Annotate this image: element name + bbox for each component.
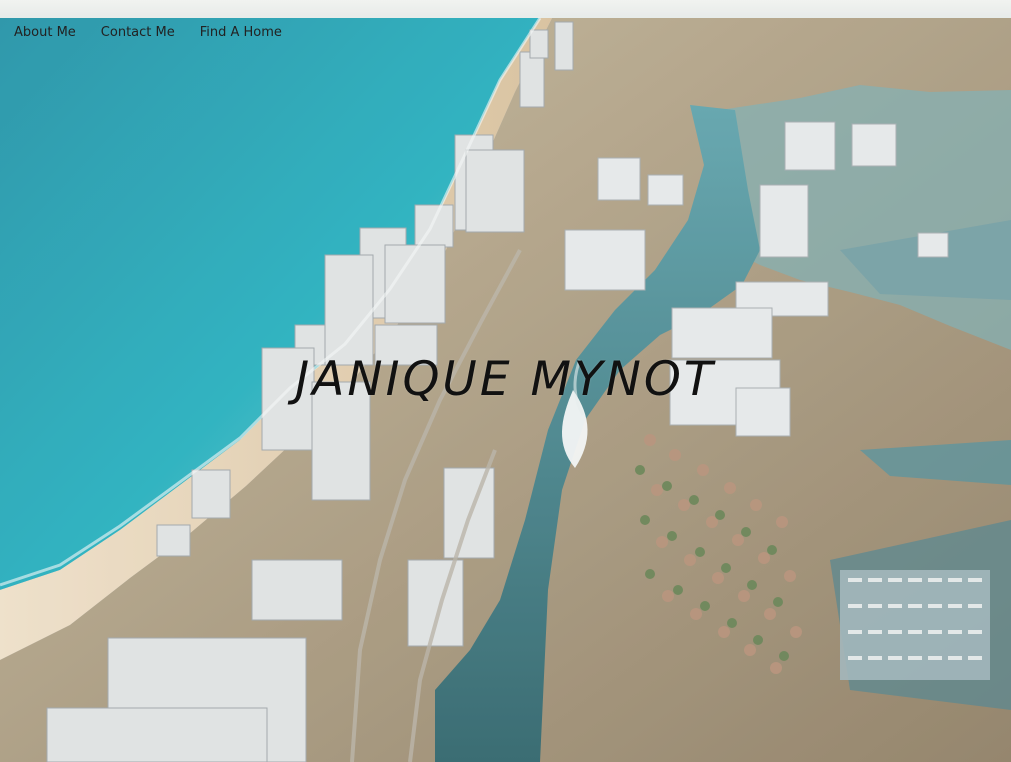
nav-about-me[interactable]: About Me xyxy=(14,24,76,42)
landing-page: About Me Contact Me Find A Home JANIQUE … xyxy=(0,0,1011,762)
nav-contact-me[interactable]: Contact Me xyxy=(101,24,175,42)
nav-find-a-home[interactable]: Find A Home xyxy=(200,24,282,42)
hero-title: JANIQUE MYNOT xyxy=(295,352,716,407)
top-navigation: About Me Contact Me Find A Home xyxy=(14,24,282,42)
